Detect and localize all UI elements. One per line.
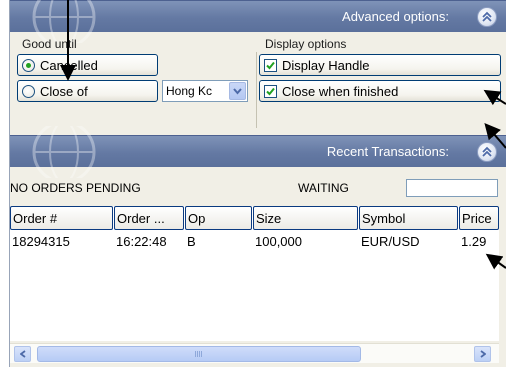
globe-watermark-icon — [32, 126, 96, 178]
display-handle-checkbox[interactable]: Display Handle — [259, 54, 501, 76]
scroll-grip-icon — [195, 351, 203, 357]
cell-order-number: 18294315 — [12, 234, 70, 249]
advanced-options-header[interactable]: Advanced options: — [10, 0, 506, 43]
cell-op: B — [187, 234, 196, 249]
status-input[interactable] — [406, 179, 498, 197]
order-options-panel: Advanced options: Good until Cancelled C… — [9, 0, 506, 367]
waiting-status-text: WAITING — [298, 181, 349, 195]
close-when-finished-label: Close when finished — [282, 83, 399, 99]
radio-selected-icon — [22, 58, 35, 72]
cell-price: 1.29 — [461, 234, 487, 249]
column-header-op[interactable]: Op — [185, 206, 252, 230]
chevron-up-double-icon — [482, 11, 492, 22]
display-handle-label: Display Handle — [282, 57, 370, 73]
good-until-cancelled-radio[interactable]: Cancelled — [17, 54, 158, 76]
collapse-advanced-button[interactable] — [477, 7, 497, 27]
recent-transactions-header[interactable]: Recent Transactions: — [10, 126, 506, 178]
market-dropdown-button[interactable] — [229, 82, 246, 100]
cell-size: 100,000 — [255, 234, 302, 249]
checkmark-icon — [266, 87, 275, 95]
orders-status-text: NO ORDERS PENDING — [10, 181, 141, 195]
transactions-table: Order # Order ... Op Size Symbol Price 1… — [10, 206, 499, 341]
chevron-down-icon — [233, 87, 242, 95]
good-until-label: Good until — [22, 37, 77, 51]
chevron-left-icon — [19, 350, 26, 358]
checkbox-checked-icon — [264, 58, 277, 72]
column-header-symbol[interactable]: Symbol — [359, 206, 458, 230]
cell-symbol: EUR/USD — [361, 234, 420, 249]
good-until-close-of-radio[interactable]: Close of — [17, 80, 158, 102]
chevron-right-icon — [479, 350, 486, 358]
table-header-row: Order # Order ... Op Size Symbol Price — [10, 206, 499, 230]
horizontal-scrollbar[interactable] — [10, 343, 499, 363]
recent-transactions-title: Recent Transactions: — [326, 144, 449, 159]
close-of-label: Close of — [40, 83, 88, 99]
collapse-recent-button[interactable] — [477, 142, 497, 162]
radio-unselected-icon — [22, 84, 35, 98]
table-row[interactable]: 18294315 16:22:48 B 100,000 EUR/USD 1.29 — [10, 234, 489, 254]
column-header-order-time[interactable]: Order ... — [114, 206, 184, 230]
display-options-label: Display options — [265, 37, 347, 51]
scroll-left-button[interactable] — [14, 346, 31, 362]
advanced-options-title: Advanced options: — [342, 9, 449, 24]
scrollbar-thumb[interactable] — [37, 346, 361, 362]
column-header-size[interactable]: Size — [253, 206, 358, 230]
close-when-finished-checkbox[interactable]: Close when finished — [259, 80, 501, 102]
scroll-right-button[interactable] — [474, 346, 491, 362]
market-select[interactable]: Hong Kc — [162, 80, 248, 102]
column-header-order-number[interactable]: Order # — [10, 206, 113, 230]
market-select-value: Hong Kc — [166, 84, 213, 98]
cell-order-time: 16:22:48 — [116, 234, 167, 249]
chevron-up-double-icon — [482, 146, 492, 157]
column-header-price[interactable]: Price — [459, 206, 499, 230]
cancelled-label: Cancelled — [40, 57, 98, 73]
checkbox-checked-icon — [264, 84, 277, 98]
checkmark-icon — [266, 61, 275, 69]
options-divider — [256, 52, 257, 128]
